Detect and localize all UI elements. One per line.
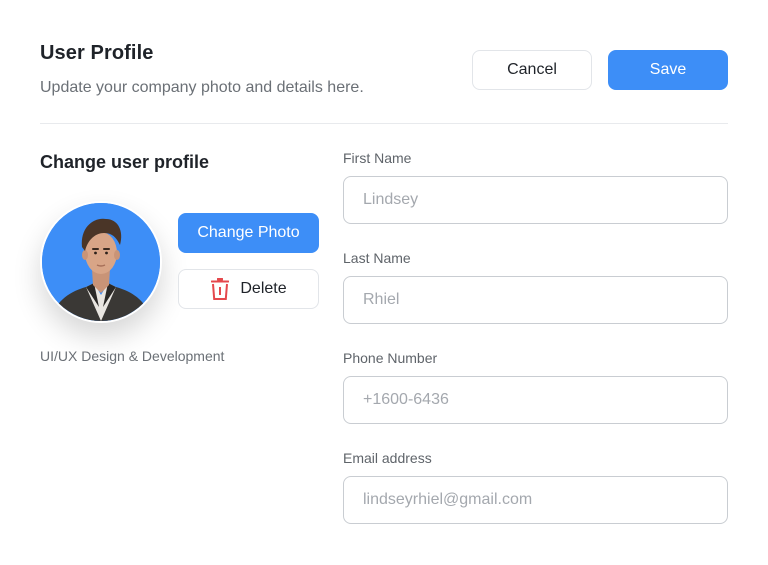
change-photo-button[interactable]: Change Photo	[178, 213, 319, 253]
trash-icon	[210, 278, 230, 300]
section-title: Change user profile	[40, 152, 210, 172]
last-name-field[interactable]	[343, 276, 728, 324]
phone-field[interactable]	[343, 376, 728, 424]
email-field[interactable]	[343, 476, 728, 524]
cancel-button[interactable]: Cancel	[472, 50, 592, 90]
delete-label: Delete	[240, 280, 287, 297]
header-divider	[40, 123, 728, 124]
phone-label: Phone Number	[343, 350, 438, 366]
delete-photo-button[interactable]: Delete	[178, 269, 319, 309]
first-name-label: First Name	[343, 150, 412, 166]
avatar-portrait	[42, 203, 160, 321]
avatar	[40, 201, 162, 323]
first-name-field[interactable]	[343, 176, 728, 224]
user-profile-page: User Profile Update your company photo a…	[0, 0, 768, 565]
page-subtitle: Update your company photo and details he…	[40, 79, 364, 96]
save-button[interactable]: Save	[608, 50, 728, 90]
page-title: User Profile	[40, 42, 154, 64]
last-name-label: Last Name	[343, 250, 411, 266]
email-label: Email address	[343, 450, 432, 466]
role-text: UI/UX Design & Development	[40, 348, 225, 364]
